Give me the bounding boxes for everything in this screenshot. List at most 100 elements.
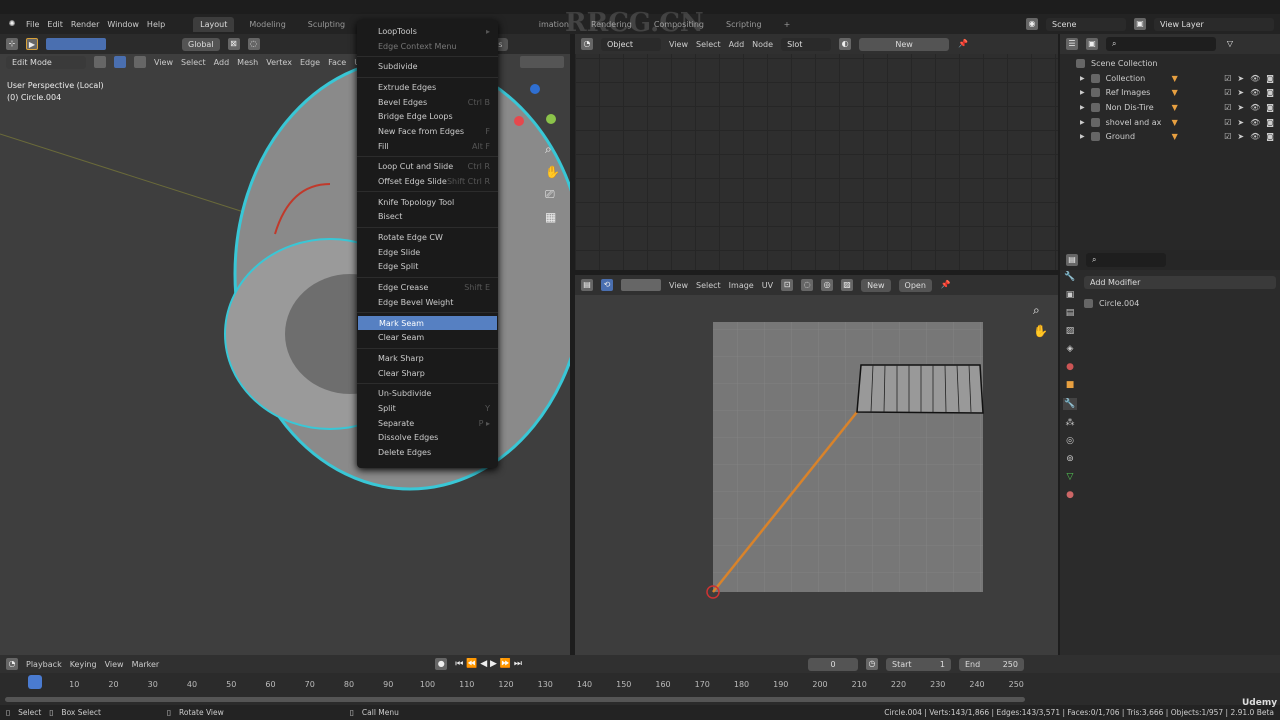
modifier-tab-icon[interactable]: 🔧	[1063, 398, 1077, 410]
menu-help[interactable]: Help	[147, 20, 165, 29]
select-arrow-icon[interactable]: ➤	[1237, 74, 1244, 83]
exclude-checkbox[interactable]: ☑	[1224, 118, 1231, 127]
end-frame-field[interactable]: End 250	[958, 657, 1024, 671]
menu-item-looptools[interactable]: LoopTools ▸	[357, 24, 498, 39]
visibility-eye-icon[interactable]: 👁	[1250, 103, 1260, 112]
menu-item-un-subdivide[interactable]: Un-Subdivide	[357, 386, 498, 401]
gizmo-y-icon[interactable]	[546, 114, 556, 124]
menu-view[interactable]: View	[669, 40, 688, 49]
menu-render[interactable]: Render	[71, 20, 99, 29]
tool-tab-icon[interactable]: 🔧	[1064, 272, 1075, 282]
uv-editor[interactable]: ▤ ⟲ View Select Image UV ⊡ ◌ ◎ ▨ New Ope…	[575, 275, 1058, 655]
render-tab-icon[interactable]: ▣	[1066, 290, 1075, 300]
material-icon[interactable]: ◐	[839, 38, 852, 50]
outliner-item[interactable]: ▶ shovel and ax ▼ ☑ ➤ 👁 ◙	[1060, 115, 1280, 130]
tab-modeling[interactable]: Modeling	[242, 17, 292, 32]
menu-item-dissolve-edges[interactable]: Dissolve Edges	[357, 431, 498, 446]
current-frame-field[interactable]: 0	[807, 657, 858, 671]
expand-arrow-icon[interactable]: ▶	[1080, 119, 1085, 126]
editor-type-icon[interactable]: ☰	[1066, 38, 1078, 50]
object-tab-icon[interactable]: ■	[1066, 380, 1075, 390]
gizmo-x-icon[interactable]	[514, 116, 524, 126]
menu-view[interactable]: View	[105, 660, 124, 669]
constraints-tab-icon[interactable]: ⊚	[1066, 454, 1074, 464]
render-camera-icon[interactable]: ◙	[1266, 118, 1274, 127]
gizmo-z-icon[interactable]	[530, 84, 540, 94]
menu-item-edge-split[interactable]: Edge Split	[357, 260, 498, 275]
menu-item-edge-bevel-weight[interactable]: Edge Bevel Weight	[357, 295, 498, 310]
render-camera-icon[interactable]: ◙	[1266, 88, 1274, 97]
menu-item-clear-seam[interactable]: Clear Seam	[357, 330, 498, 345]
slot-selector[interactable]: Slot	[781, 37, 832, 51]
menu-edit[interactable]: Edit	[47, 20, 63, 29]
pan-hand-icon[interactable]: ✋	[1033, 324, 1048, 338]
navigation-gizmo[interactable]	[510, 84, 560, 134]
shader-editor[interactable]: ◔ Object View Select Add Node Slot ◐ New…	[575, 34, 1058, 270]
menu-playback[interactable]: Playback	[26, 660, 62, 669]
scene-selector[interactable]: Scene	[1046, 17, 1126, 31]
tab-layout[interactable]: Layout	[193, 16, 235, 32]
expand-arrow-icon[interactable]: ▶	[1080, 89, 1085, 96]
menu-item-mark-seam[interactable]: Mark Seam	[358, 315, 497, 331]
material-tab-icon[interactable]: ●	[1066, 490, 1074, 500]
visibility-eye-icon[interactable]: 👁	[1250, 118, 1260, 127]
menu-item-edge-context-menu[interactable]: Edge Context Menu	[357, 39, 498, 54]
menu-item-offset-edge-slide[interactable]: Offset Edge Slide Shift Ctrl R	[357, 174, 498, 189]
select-arrow-icon[interactable]: ➤	[1237, 88, 1244, 97]
tab-sculpting[interactable]: Sculpting	[301, 17, 352, 32]
new-material-button[interactable]: New	[859, 37, 950, 51]
editor-type-icon[interactable]: ▤	[1066, 254, 1078, 266]
menu-keying[interactable]: Keying	[70, 660, 97, 669]
output-tab-icon[interactable]: ▤	[1066, 308, 1075, 318]
data-tab-icon[interactable]: ▽	[1067, 472, 1074, 482]
menu-item-separate[interactable]: Separate P ▸	[357, 416, 498, 431]
object-type-selector[interactable]: Object	[601, 37, 661, 51]
exclude-checkbox[interactable]: ☑	[1224, 74, 1231, 83]
world-tab-icon[interactable]: ●	[1066, 362, 1074, 372]
menu-item-extrude-edges[interactable]: Extrude Edges	[357, 80, 498, 95]
editor-type-icon[interactable]: ◔	[6, 658, 18, 670]
filter-icon[interactable]: ▽	[1224, 38, 1236, 50]
blender-logo-icon[interactable]: ✺	[6, 18, 18, 30]
select-arrow-icon[interactable]: ➤	[1237, 132, 1244, 141]
menu-item-edge-slide[interactable]: Edge Slide	[357, 245, 498, 260]
select-arrow-icon[interactable]: ➤	[1237, 103, 1244, 112]
menu-item-knife-topology-tool[interactable]: Knife Topology Tool	[357, 195, 498, 210]
timeline-scrollbar[interactable]	[5, 697, 1025, 702]
menu-window[interactable]: Window	[107, 20, 139, 29]
menu-marker[interactable]: Marker	[132, 660, 160, 669]
menu-item-bevel-edges[interactable]: Bevel Edges Ctrl B	[357, 95, 498, 110]
menu-file[interactable]: File	[26, 20, 39, 29]
menu-item-bridge-edge-loops[interactable]: Bridge Edge Loops	[357, 109, 498, 124]
playback-controls[interactable]: ⏮ ⏪ ◀ ▶ ⏩ ⏭	[455, 659, 522, 669]
view-layer-tab-icon[interactable]: ▨	[1066, 326, 1075, 336]
select-arrow-icon[interactable]: ➤	[1237, 118, 1244, 127]
menu-item-split[interactable]: Split Y	[357, 401, 498, 416]
visibility-eye-icon[interactable]: 👁	[1250, 132, 1260, 141]
camera-icon[interactable]: ⎚	[545, 187, 560, 202]
add-modifier-dropdown[interactable]: Add Modifier	[1084, 276, 1276, 289]
view-layer-selector[interactable]: View Layer	[1154, 17, 1274, 31]
record-icon[interactable]: ●	[435, 658, 448, 670]
pin-icon[interactable]: 📌	[957, 38, 969, 50]
pan-hand-icon[interactable]: ✋	[545, 165, 560, 179]
expand-arrow-icon[interactable]: ▶	[1080, 133, 1085, 140]
properties-search[interactable]: ⌕	[1086, 253, 1166, 267]
scene-tab-icon[interactable]: ◈	[1067, 344, 1074, 354]
render-camera-icon[interactable]: ◙	[1266, 103, 1274, 112]
display-mode-icon[interactable]: ▣	[1086, 38, 1098, 50]
grid-view-icon[interactable]: ▦	[545, 210, 560, 224]
start-frame-field[interactable]: Start 1	[885, 657, 951, 671]
zoom-icon[interactable]: ⌕	[545, 142, 560, 157]
menu-item-mark-sharp[interactable]: Mark Sharp	[357, 351, 498, 366]
menu-select[interactable]: Select	[696, 40, 721, 49]
outliner-item[interactable]: ▶ Non Dis-Tire ▼ ☑ ➤ 👁 ◙	[1060, 100, 1280, 115]
menu-add[interactable]: Add	[729, 40, 745, 49]
particles-tab-icon[interactable]: ⁂	[1066, 418, 1075, 428]
menu-node[interactable]: Node	[752, 40, 773, 49]
expand-arrow-icon[interactable]: ▶	[1080, 104, 1085, 111]
outliner-item[interactable]: ▶ Collection ▼ ☑ ➤ 👁 ◙	[1060, 71, 1280, 86]
menu-item-bisect[interactable]: Bisect	[357, 210, 498, 225]
outliner-search[interactable]: ⌕	[1106, 37, 1216, 51]
visibility-eye-icon[interactable]: 👁	[1250, 88, 1260, 97]
